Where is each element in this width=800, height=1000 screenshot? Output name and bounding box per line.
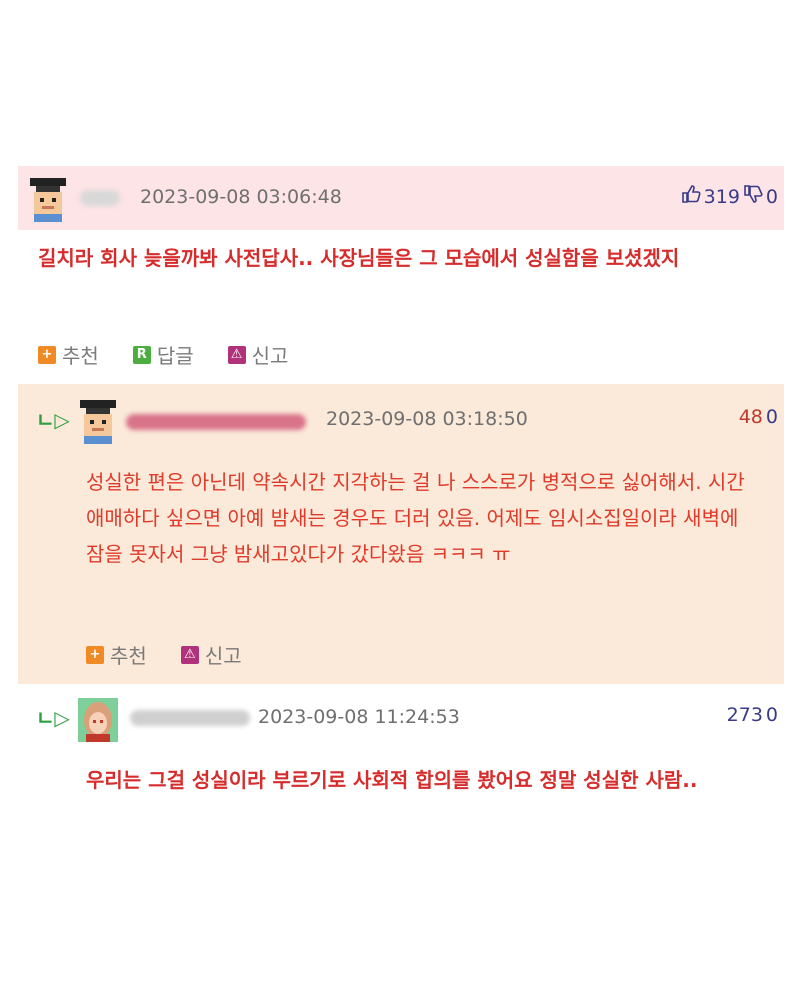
thumb-up-icon[interactable] xyxy=(681,184,701,209)
report-label: 신고 xyxy=(251,344,289,368)
user-avatar[interactable] xyxy=(78,698,118,742)
reply-label: 답글 xyxy=(156,344,194,368)
avatar-graduate-icon xyxy=(30,178,66,222)
nickname-blurred[interactable] xyxy=(126,414,306,430)
comment-text: 성실한 편은 아닌데 약속시간 지각하는 걸 나 스스로가 병적으로 싫어해서.… xyxy=(86,470,745,566)
comment-3-reply: ㄴ▷ 2023-09-08 11:24:53 273 0 우리는 그걸 성실이라… xyxy=(18,688,784,848)
report-button[interactable]: ⚠ 신고 xyxy=(180,640,242,669)
recommend-button[interactable]: + 추천 xyxy=(86,640,147,669)
comment-date: 2023-09-08 11:24:53 xyxy=(258,706,460,728)
recommend-label: 추천 xyxy=(62,344,99,368)
comment-2-reply: ㄴ▷ 2023-09-08 03:18:50 48 0 성실한 편은 아닌데 약… xyxy=(18,384,784,684)
user-avatar[interactable] xyxy=(28,178,68,222)
upvote-count: 319 xyxy=(703,185,740,208)
comment-date: 2023-09-08 03:18:50 xyxy=(326,408,528,430)
vote-counts: 319 0 xyxy=(681,184,778,209)
recommend-icon: + xyxy=(38,345,56,364)
avatar-graduate-icon xyxy=(80,400,116,444)
vote-counts: 48 0 xyxy=(739,406,778,428)
report-button[interactable]: ⚠ 신고 xyxy=(227,340,289,369)
user-avatar[interactable] xyxy=(78,400,118,444)
downvote-count: 0 xyxy=(765,406,778,428)
comment-1-body: 길치라 회사 늦을까봐 사전답사.. 사장님들은 그 모습에서 성실함을 보셨겠… xyxy=(18,230,784,380)
downvote-count: 0 xyxy=(765,704,778,726)
comment-actions: + 추천 R 답글 ⚠ 신고 xyxy=(38,340,322,369)
report-label: 신고 xyxy=(204,644,242,668)
reply-icon: R xyxy=(132,345,151,364)
nickname-blurred[interactable] xyxy=(130,710,250,726)
comment-actions: + 추천 ⚠ 신고 xyxy=(86,640,276,669)
thumb-down-icon[interactable] xyxy=(743,184,763,209)
avatar-girl-icon xyxy=(78,698,118,742)
report-icon: ⚠ xyxy=(180,645,199,664)
comment-date: 2023-09-08 03:06:48 xyxy=(140,186,342,208)
reply-button[interactable]: R 답글 xyxy=(132,340,194,369)
nickname-blurred[interactable] xyxy=(80,190,120,206)
reply-arrow-icon: ㄴ▷ xyxy=(36,706,70,730)
upvote-count: 273 xyxy=(726,704,763,726)
vote-counts: 273 0 xyxy=(727,704,778,726)
recommend-icon: + xyxy=(86,645,104,664)
report-icon: ⚠ xyxy=(227,345,246,364)
recommend-button[interactable]: + 추천 xyxy=(38,340,99,369)
comment-text: 길치라 회사 늦을까봐 사전답사.. 사장님들은 그 모습에서 성실함을 보셨겠… xyxy=(38,246,680,270)
recommend-label: 추천 xyxy=(110,644,147,668)
reply-arrow-icon: ㄴ▷ xyxy=(36,408,70,432)
upvote-count: 48 xyxy=(738,406,763,428)
comment-1-header: 2023-09-08 03:06:48 319 0 xyxy=(18,166,784,230)
downvote-count: 0 xyxy=(765,185,778,208)
comment-text: 우리는 그걸 성실이라 부르기로 사회적 합의를 봤어요 정말 성실한 사람.. xyxy=(86,768,698,792)
